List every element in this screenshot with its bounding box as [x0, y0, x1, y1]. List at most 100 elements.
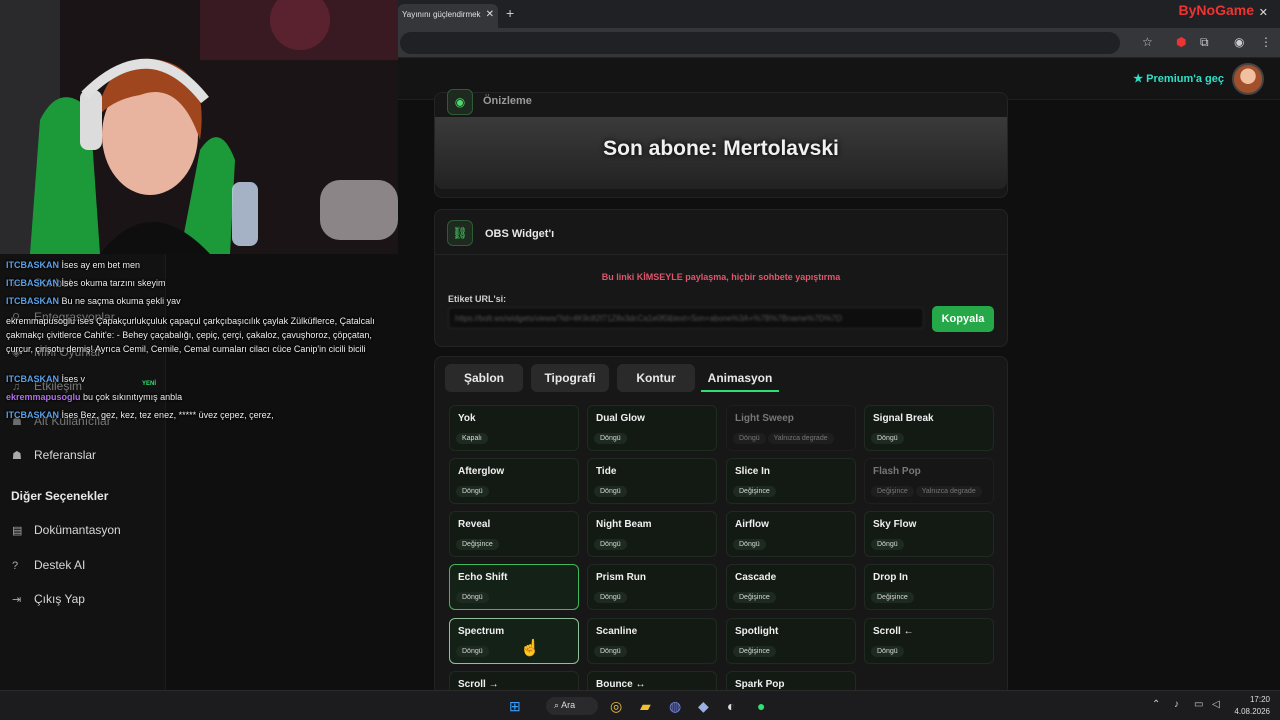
book-icon: ▤ — [12, 525, 23, 537]
chat-message: ITCBASKAN İses okuma tarzını skeyim — [6, 274, 166, 292]
animation-badges: Döngü — [733, 533, 768, 551]
folder-icon[interactable]: ▰ — [640, 698, 651, 715]
obs-widget-title: OBS Widget'ı — [485, 228, 555, 240]
windows-start-icon[interactable]: ⊞ — [509, 698, 521, 715]
chat-username: ekremmapusoglu — [6, 392, 81, 402]
animation-option[interactable]: Scanline Döngü — [587, 618, 717, 664]
animation-name: Slice In — [735, 466, 771, 477]
app-icon[interactable]: ◆ — [698, 698, 709, 715]
animation-badge: Döngü — [594, 539, 627, 550]
sidebar-item-logout[interactable]: ⇥ Çıkış Yap — [12, 592, 85, 606]
animation-badge: Döngü — [594, 592, 627, 603]
network-icon[interactable]: ▭ — [1194, 699, 1203, 710]
obs-icon[interactable]: ◐ — [727, 698, 735, 714]
window-close-icon[interactable]: ✕ — [1259, 6, 1268, 19]
chrome-icon[interactable]: ◎ — [610, 698, 622, 715]
chat-text: İses Bez, gez, kez, tez enez, ***** üvez… — [61, 410, 274, 420]
animation-option[interactable]: Dual Glow Döngü — [587, 405, 717, 451]
animation-option[interactable]: Signal Break Döngü — [864, 405, 994, 451]
tab-animation[interactable]: Animasyon — [701, 364, 779, 392]
animation-badges: Döngü — [594, 533, 629, 551]
extensions-puzzle-icon[interactable]: ⧉ — [1200, 35, 1209, 50]
sidebar-item-references[interactable]: ☗ Referanslar — [12, 448, 96, 462]
animation-option[interactable]: Slice In Değişince — [726, 458, 856, 504]
animation-option[interactable]: Tide Döngü — [587, 458, 717, 504]
screen: Yayınını güçlendirmek ✕ + ByNoGame ✕ ☆ ⬢… — [0, 0, 1280, 720]
chat-username: ITCBASKAN — [6, 410, 59, 420]
share-warning: Bu linki KİMSEYLE paylaşma, hiçbir sohbe… — [601, 272, 841, 282]
taskbar: ⊞ ⌕ Ara ◎ ▰ ◍ ◆ ◐ ● ⌃ ♪ ▭ ◁ 17:20 4.08.2… — [0, 690, 1280, 720]
search-label: Ara — [561, 700, 576, 710]
animation-option: Light Sweep Döngü Yalnızca degrade — [726, 405, 856, 451]
animation-badge: Döngü — [456, 486, 489, 497]
animation-badges: Döngü — [594, 586, 629, 604]
animation-option[interactable]: Cascade Değişince — [726, 564, 856, 610]
animation-badge: Değişince — [733, 486, 776, 497]
logout-icon: ⇥ — [12, 594, 22, 606]
brand-watermark: ByNoGame — [1178, 2, 1254, 18]
preview-card: ◉ Önizleme Son abone: Mertolavski — [434, 89, 1008, 198]
animation-option[interactable]: Night Beam Döngü — [587, 511, 717, 557]
animation-option[interactable]: Airflow Döngü — [726, 511, 856, 557]
eye-icon: ◉ — [447, 89, 473, 115]
divider — [435, 254, 1007, 255]
avatar[interactable] — [1232, 63, 1264, 95]
animation-option[interactable]: Spotlight Değişince — [726, 618, 856, 664]
tab-close-icon[interactable]: ✕ — [486, 9, 494, 20]
animation-option[interactable]: Yok Kapalı — [449, 405, 579, 451]
spotify-icon[interactable]: ● — [757, 698, 765, 714]
menu-dots-icon[interactable]: ⋮ — [1260, 35, 1272, 49]
animation-option[interactable]: Afterglow Döngü — [449, 458, 579, 504]
bookmark-star-icon[interactable]: ☆ — [1142, 35, 1153, 49]
clock[interactable]: 17:20 4.08.2026 — [1234, 694, 1270, 718]
animation-badge: Döngü — [871, 646, 904, 657]
animation-badge: Değişince — [733, 646, 776, 657]
animation-badge: Değişince — [871, 592, 914, 603]
chevron-up-icon[interactable]: ⌃ — [1152, 699, 1160, 710]
animation-badge: Değişince — [871, 486, 914, 497]
sidebar-item-docs[interactable]: ▤ Dokümantasyon — [12, 523, 121, 537]
chat-text: İses ay em bet men — [61, 260, 141, 270]
discord-icon[interactable]: ◍ — [669, 698, 681, 715]
mic-icon[interactable]: ♪ — [1174, 699, 1179, 710]
animation-option[interactable]: Reveal Değişince — [449, 511, 579, 557]
animation-badges: Değişince — [871, 586, 916, 604]
obs-widget-card: ⛓ OBS Widget'ı Bu linki KİMSEYLE paylaşm… — [434, 209, 1008, 347]
animation-option[interactable]: Sky Flow Döngü — [864, 511, 994, 557]
new-tab-icon[interactable]: + — [506, 5, 514, 21]
tab-typography[interactable]: Tipografi — [531, 364, 609, 392]
animation-option[interactable]: Scroll ← Döngü — [864, 618, 994, 664]
animation-name: Airflow — [735, 519, 769, 530]
widget-url-field[interactable]: https://bolt.ws/widgets/views/?id=4K9c82… — [448, 307, 924, 329]
animation-name: Night Beam — [596, 519, 652, 530]
animation-option[interactable]: Prism Run Döngü — [587, 564, 717, 610]
animation-name: Yok — [458, 413, 476, 424]
animation-name: Cascade — [735, 572, 777, 583]
animation-name: Afterglow — [458, 466, 505, 477]
animation-badges: Değişince — [733, 640, 778, 658]
address-bar[interactable] — [400, 32, 1120, 54]
tab-outline[interactable]: Kontur — [617, 364, 695, 392]
animation-option[interactable]: Drop In Değişince — [864, 564, 994, 610]
hand-cursor-icon: ☝ — [520, 640, 540, 657]
copy-button[interactable]: Kopyala — [932, 306, 994, 332]
profile-icon[interactable]: ◉ — [1234, 35, 1244, 49]
sidebar-item-support-ai[interactable]: ? Destek AI — [12, 558, 85, 572]
animation-name: Sky Flow — [873, 519, 917, 530]
animation-option[interactable]: Spectrum Döngü — [449, 618, 579, 664]
chat-username: ekremmapusoglu — [6, 316, 76, 326]
premium-link[interactable]: ★ Premium'a geç — [1133, 72, 1224, 85]
sidebar-item-label: Çıkış Yap — [34, 592, 85, 606]
webcam-feed — [0, 0, 398, 254]
animation-badge: Döngü — [594, 433, 627, 444]
taskbar-search[interactable]: ⌕ Ara — [546, 697, 598, 715]
volume-icon[interactable]: ◁ — [1212, 699, 1220, 710]
tab-template[interactable]: Şablon — [445, 364, 523, 392]
animation-badge: Döngü — [456, 592, 489, 603]
animation-option[interactable]: Echo Shift Döngü — [449, 564, 579, 610]
extension-icon[interactable]: ⬢ — [1176, 35, 1186, 49]
animation-badges: Döngü — [871, 427, 906, 445]
browser-tab[interactable]: Yayınını güçlendirmek ✕ — [398, 4, 498, 28]
animation-badge: Döngü — [456, 646, 489, 657]
star-icon: ★ — [1133, 73, 1144, 85]
